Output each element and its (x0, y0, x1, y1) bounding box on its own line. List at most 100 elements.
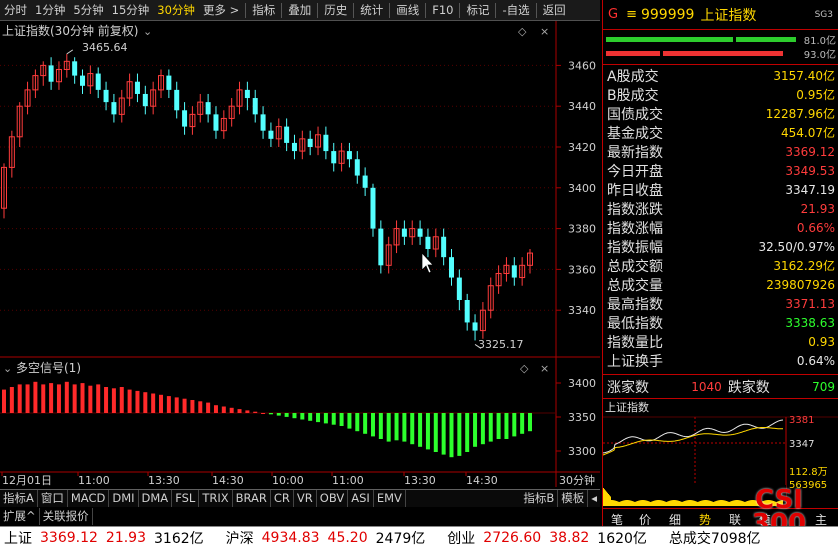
kline-chart[interactable]: 3460 3440 3420 3400 3380 3360 3340 3400 3350 330… (0, 21, 600, 487)
indicator-tab-vr[interactable]: VR (294, 490, 317, 507)
signal-bar (174, 397, 179, 413)
related-quotes-tab[interactable]: 关联报价 (40, 508, 93, 525)
overlay-button[interactable]: 叠加 (284, 0, 315, 20)
quote-row-label: 上证换手 (607, 353, 663, 370)
indicator-tab-asi[interactable]: ASI (348, 490, 374, 507)
divider (495, 2, 497, 18)
signal-bar (253, 411, 258, 413)
signal-bar (410, 413, 415, 445)
quote-row-label: 基金成交 (607, 125, 663, 142)
history-button[interactable]: 历史 (320, 0, 351, 20)
indicator-tab-fsl[interactable]: FSL (172, 490, 200, 507)
quote-row-value: 0.66% (796, 220, 835, 235)
sub-chart-options-icon[interactable]: ⌄ (3, 362, 12, 375)
period-tab-5min[interactable]: 5分钟 (69, 0, 107, 20)
quote-row-value: 0.93 (808, 334, 835, 349)
signal-bar (300, 413, 305, 420)
signal-bar (245, 410, 250, 413)
quote-row: 最新指数 3369.12 (603, 142, 838, 161)
signal-bar (402, 413, 407, 442)
indicator-tab-a[interactable]: 指标A (0, 490, 38, 507)
quote-row-value: 3338.63 (785, 315, 835, 330)
period-tab-30min[interactable]: 30分钟 (153, 0, 199, 20)
extension-tab[interactable]: 扩展^ (0, 508, 40, 525)
signal-bar (441, 413, 446, 455)
indicator-scroll-icon[interactable]: ◂ (588, 490, 600, 507)
indicator-tab-trix[interactable]: TRIX (199, 490, 233, 507)
signal-bar (418, 413, 423, 447)
bar-green (606, 37, 733, 42)
ticker-cy-change: 38.82 (549, 530, 590, 546)
ticker-sh-label[interactable]: 上证 (0, 528, 36, 548)
f10-button[interactable]: F10 (428, 0, 457, 20)
indicator-tab-cr[interactable]: CR (271, 490, 294, 507)
menu-icon[interactable]: ≡ (626, 7, 637, 22)
divider (317, 2, 319, 18)
signal-bar (213, 405, 218, 413)
indicator-tab-brar[interactable]: BRAR (233, 490, 271, 507)
ticker-cy-label[interactable]: 创业 (443, 528, 479, 548)
signal-bar (488, 413, 493, 442)
y-tick-label: 3380 (568, 223, 596, 236)
sub-chart-close-icon[interactable]: × (540, 362, 549, 375)
period-tab-intraday[interactable]: 分时 (0, 0, 31, 20)
indicator-tab-window[interactable]: 窗口 (38, 490, 68, 507)
indicator-tab-obv[interactable]: OBV (317, 490, 349, 507)
signal-bar (190, 400, 195, 413)
statistics-button[interactable]: 统计 (356, 0, 387, 20)
quote-row-label: 昨日收盘 (607, 182, 663, 199)
indicator-tab-macd[interactable]: MACD (68, 490, 110, 507)
signal-bar (308, 413, 313, 421)
quote-row: 今日开盘 3349.53 (603, 161, 838, 180)
quote-row-value: 0.64% (796, 353, 835, 368)
sub-chart-setting-icon[interactable]: ◇ (520, 362, 529, 375)
indicator-tab-b[interactable]: 指标B (520, 490, 559, 507)
ticker-total: 总成交7098亿 (668, 531, 761, 547)
chart-close-icon[interactable]: × (540, 25, 549, 38)
signal-bar (72, 384, 77, 413)
ticker-sh-change: 21.93 (105, 530, 146, 546)
template-button[interactable]: 模板 (558, 490, 589, 507)
signal-bar (111, 388, 116, 413)
signal-bar (64, 381, 69, 413)
watchlist-button[interactable]: -自选 (498, 0, 533, 20)
period-tab-15min[interactable]: 15分钟 (108, 0, 154, 20)
signal-bar (261, 413, 266, 414)
signal-bar (339, 413, 344, 426)
y-tick-label: 3420 (568, 141, 596, 154)
signal-bar (276, 413, 281, 416)
quote-row-label: 最高指数 (607, 296, 663, 313)
ticker-hs-label[interactable]: 沪深 (222, 528, 258, 548)
quote-name: 上证指数 (700, 7, 757, 24)
signal-bar (33, 381, 38, 413)
quote-panel: G ≡ 999999 上证指数 SG3 81.0亿 93.0亿 A股成交 3157… (602, 0, 838, 549)
signal-bar (496, 413, 501, 439)
signal-bar (370, 413, 375, 437)
quote-row-value: 239807926 (766, 277, 835, 292)
period-tab-1min[interactable]: 1分钟 (31, 0, 69, 20)
signal-bar (119, 387, 124, 413)
quote-row-label: 总成交量 (607, 277, 663, 294)
chart-options-icon[interactable]: ⌄ (143, 25, 152, 38)
quote-row-label: 指数振幅 (607, 239, 663, 256)
y-tick-label: 3360 (568, 263, 596, 276)
back-button[interactable]: 返回 (539, 0, 570, 20)
ticker-hs-index: 4934.83 (261, 530, 320, 546)
indicator-tab-emv[interactable]: EMV (374, 490, 406, 507)
signal-bar (143, 392, 148, 413)
quote-row: 昨日收盘 3347.19 (603, 180, 838, 199)
drawing-button[interactable]: 画线 (392, 0, 423, 20)
indicator-tab-dmi[interactable]: DMI (109, 490, 139, 507)
mark-button[interactable]: 标记 (462, 0, 493, 20)
x-tick-label: 11:00 (78, 474, 110, 487)
indicator-tab-dma[interactable]: DMA (139, 490, 173, 507)
quote-row-label: 指数涨跌 (607, 201, 663, 218)
chart-setting-icon[interactable]: ◇ (518, 25, 527, 38)
indicator-button[interactable]: 指标 (248, 0, 279, 20)
signal-bar (465, 413, 470, 452)
quote-row-value: 3349.53 (785, 163, 835, 178)
signal-bar (17, 384, 22, 413)
quote-code: 999999 (640, 6, 695, 23)
period-more-button[interactable]: 更多 > (199, 0, 243, 20)
quote-row-value: 0.95亿 (796, 88, 835, 102)
